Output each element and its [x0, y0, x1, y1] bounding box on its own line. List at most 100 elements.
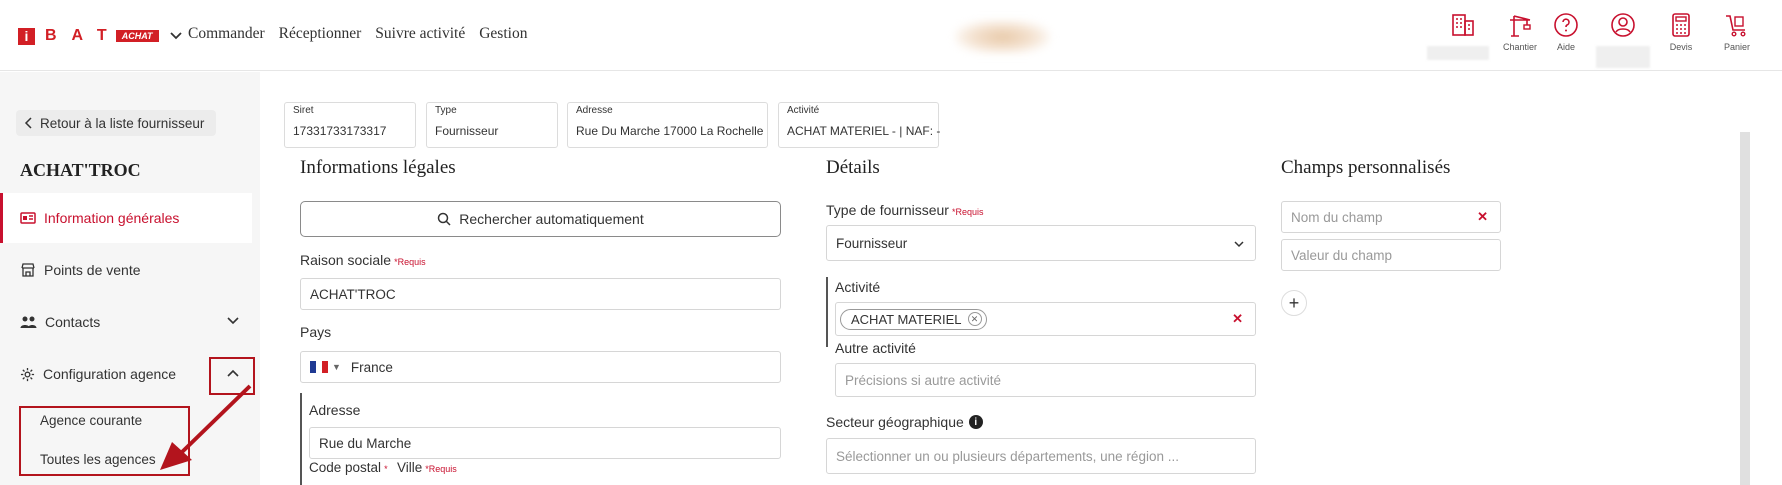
- ville-label: Ville *Requis: [397, 460, 457, 475]
- summary-key: Adresse: [576, 105, 613, 116]
- clear-icon[interactable]: ✕: [1232, 311, 1243, 327]
- logo-badge: ACHAT: [115, 30, 159, 42]
- section-title-legal: Informations légales: [300, 157, 456, 178]
- field-label-text: Code postal: [309, 460, 382, 475]
- field-label-text: Type de fournisseur: [826, 202, 949, 218]
- search-auto-button[interactable]: Rechercher automatiquement: [300, 201, 781, 237]
- logo-i-mark: i: [18, 27, 35, 45]
- pays-label: Pays: [300, 324, 332, 340]
- activity-chip: ACHAT MATERIEL ✕: [840, 308, 987, 330]
- custom-field-name-input[interactable]: Nom du champ ✕: [1281, 201, 1501, 233]
- field-label-text: Secteur géographique: [826, 414, 964, 430]
- required-marker: *: [384, 464, 388, 474]
- sidebar-item-information-generales[interactable]: Information générales: [0, 193, 252, 243]
- nav-commander[interactable]: Commander: [188, 25, 265, 43]
- sidebar-item-label: Points de vente: [44, 262, 141, 278]
- user-icon: [1611, 13, 1635, 37]
- tool-account[interactable]: [1593, 12, 1653, 38]
- activite-multiselect[interactable]: ACHAT MATERIEL ✕ ✕: [835, 302, 1256, 336]
- type-fournisseur-label: Type de fournisseur *Requis: [826, 202, 984, 218]
- flag-france-icon: [310, 361, 328, 373]
- adresse-input[interactable]: Rue du Marche: [309, 427, 781, 459]
- nav-suivre-activite[interactable]: Suivre activité: [375, 25, 465, 43]
- field-label-text: Raison sociale: [300, 252, 392, 268]
- raison-sociale-input[interactable]: ACHAT'TROC: [300, 278, 781, 310]
- summary-key: Siret: [293, 105, 314, 116]
- input-value: France: [350, 359, 393, 375]
- section-title-details: Détails: [826, 157, 880, 178]
- nav-receptionner[interactable]: Réceptionner: [279, 25, 362, 43]
- sidebar-item-label: Contacts: [45, 314, 101, 330]
- sidebar-item-points-de-vente[interactable]: Points de vente: [0, 245, 252, 295]
- summary-card-adresse: Adresse Rue Du Marche 17000 La Rochelle: [567, 102, 768, 148]
- tool-aide[interactable]: Aide: [1536, 12, 1596, 52]
- summary-card-type: Type Fournisseur: [426, 102, 558, 148]
- help-icon: [1554, 13, 1578, 37]
- input-value: ACHAT'TROC: [310, 286, 396, 302]
- tool-label: Aide: [1556, 42, 1575, 52]
- autre-activite-input[interactable]: Précisions si autre activité: [835, 363, 1256, 397]
- raison-sociale-label: Raison sociale *Requis: [300, 252, 426, 268]
- blurred-agency-logo: [955, 20, 1050, 54]
- adresse-label: Adresse: [309, 402, 361, 418]
- main-content: Siret 17331733173317 Type Fournisseur Ad…: [260, 72, 1782, 485]
- logo-text: BAT: [45, 27, 122, 44]
- store-icon: [21, 263, 35, 277]
- input-value: Fournisseur: [836, 235, 908, 251]
- summary-key: Type: [435, 105, 457, 116]
- type-fournisseur-select[interactable]: Fournisseur: [826, 225, 1256, 261]
- scrollbar[interactable]: [1740, 132, 1750, 485]
- code-postal-label: Code postal *: [309, 460, 388, 475]
- field-label-text: Ville: [397, 460, 423, 475]
- chevron-down-icon[interactable]: [226, 314, 240, 328]
- main-nav: Commander Réceptionner Suivre activité G…: [188, 25, 527, 43]
- chevron-down-icon: [1234, 241, 1244, 248]
- summary-card-siret: Siret 17331733173317: [284, 102, 416, 148]
- required-marker: *Requis: [425, 464, 457, 474]
- secteur-label: Secteur géographique i: [826, 414, 983, 430]
- back-to-list-button[interactable]: Retour à la liste fournisseur: [16, 110, 217, 136]
- supplier-name: ACHAT'TROC: [20, 160, 141, 180]
- contacts-icon: [20, 316, 37, 328]
- summary-card-activite: Activité ACHAT MATERIEL - | NAF: -: [778, 102, 941, 148]
- input-placeholder: Sélectionner un ou plusieurs département…: [836, 448, 1179, 464]
- nav-gestion[interactable]: Gestion: [479, 25, 527, 43]
- chevron-left-icon: [24, 117, 32, 129]
- tool-devis[interactable]: Devis: [1651, 12, 1711, 52]
- chevron-down-icon[interactable]: [169, 29, 183, 43]
- autre-activite-label: Autre activité: [835, 340, 916, 356]
- back-label: Retour à la liste fournisseur: [40, 115, 205, 131]
- blurred-agency-name: [1427, 46, 1489, 60]
- activite-label: Activité: [835, 279, 881, 295]
- remove-field-icon[interactable]: ✕: [1477, 209, 1488, 225]
- search-icon: [438, 212, 451, 226]
- summary-key: Activité: [787, 105, 820, 116]
- required-marker: *Requis: [951, 207, 984, 217]
- calculator-icon: [1672, 13, 1690, 37]
- tool-label: Devis: [1669, 42, 1693, 52]
- address-group-rule: [300, 393, 302, 485]
- tool-panier[interactable]: Panier: [1707, 12, 1767, 52]
- add-field-button[interactable]: +: [1281, 290, 1307, 316]
- pays-select[interactable]: ▼ France: [300, 351, 781, 383]
- search-auto-label: Rechercher automatiquement: [459, 211, 644, 227]
- chip-remove-icon[interactable]: ✕: [967, 312, 982, 326]
- input-placeholder: Précisions si autre activité: [845, 372, 1002, 388]
- tool-label: Panier: [1723, 42, 1750, 52]
- section-title-custom: Champs personnalisés: [1281, 157, 1451, 178]
- info-icon[interactable]: i: [968, 415, 983, 429]
- input-value: Rue du Marche: [319, 435, 412, 451]
- secteur-select[interactable]: Sélectionner un ou plusieurs département…: [826, 438, 1256, 474]
- blurred-user-name: [1596, 46, 1650, 68]
- summary-value: 17331733173317: [293, 124, 387, 138]
- brand-logo[interactable]: i BAT ACHAT: [18, 27, 183, 45]
- sidebar-item-contacts[interactable]: Contacts: [0, 297, 252, 347]
- custom-field-value-input[interactable]: Valeur du champ: [1281, 239, 1501, 271]
- input-placeholder: Nom du champ: [1291, 209, 1383, 225]
- sidebar: Retour à la liste fournisseur ACHAT'TROC…: [0, 72, 260, 485]
- sidebar-item-label: Configuration agence: [43, 366, 177, 382]
- sidebar-item-label: Information générales: [44, 210, 180, 226]
- tool-agency[interactable]: [1433, 12, 1493, 38]
- summary-value: ACHAT MATERIEL - | NAF: -: [787, 124, 941, 138]
- building-icon: [1452, 14, 1474, 36]
